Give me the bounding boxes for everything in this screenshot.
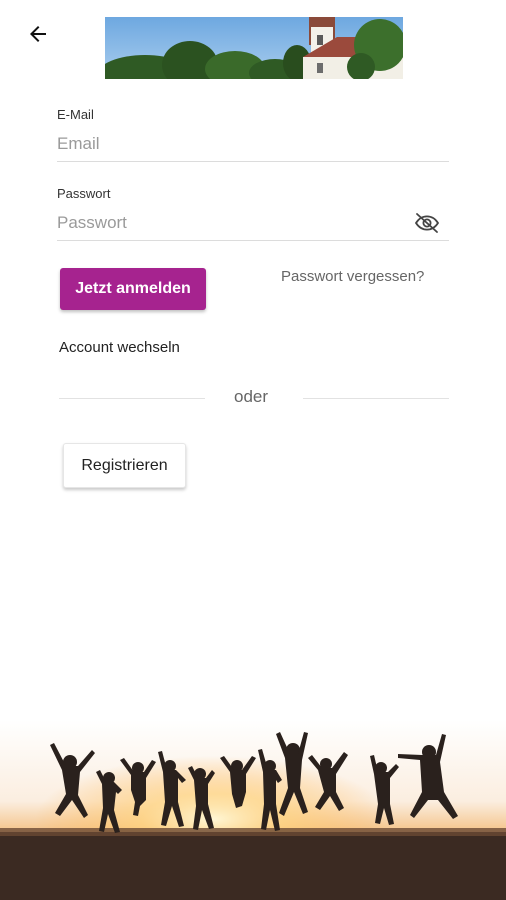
header-image [105,17,403,79]
login-button[interactable]: Jetzt anmelden [60,268,206,310]
register-button[interactable]: Registrieren [63,443,186,488]
divider-left [59,398,205,399]
email-label: E-Mail [57,107,94,122]
divider-right [303,398,449,399]
password-input[interactable] [57,206,449,241]
eye-off-icon [414,213,440,233]
footer-image [0,720,506,900]
email-input[interactable] [57,127,449,162]
toggle-password-visibility-button[interactable] [414,211,440,235]
back-button[interactable] [24,20,52,48]
forgot-password-link[interactable]: Passwort vergessen? [281,268,424,285]
or-divider-label: oder [234,387,269,406]
password-label: Passwort [57,186,111,201]
arrow-left-icon [30,26,46,42]
switch-account-link[interactable]: Account wechseln [59,339,180,356]
